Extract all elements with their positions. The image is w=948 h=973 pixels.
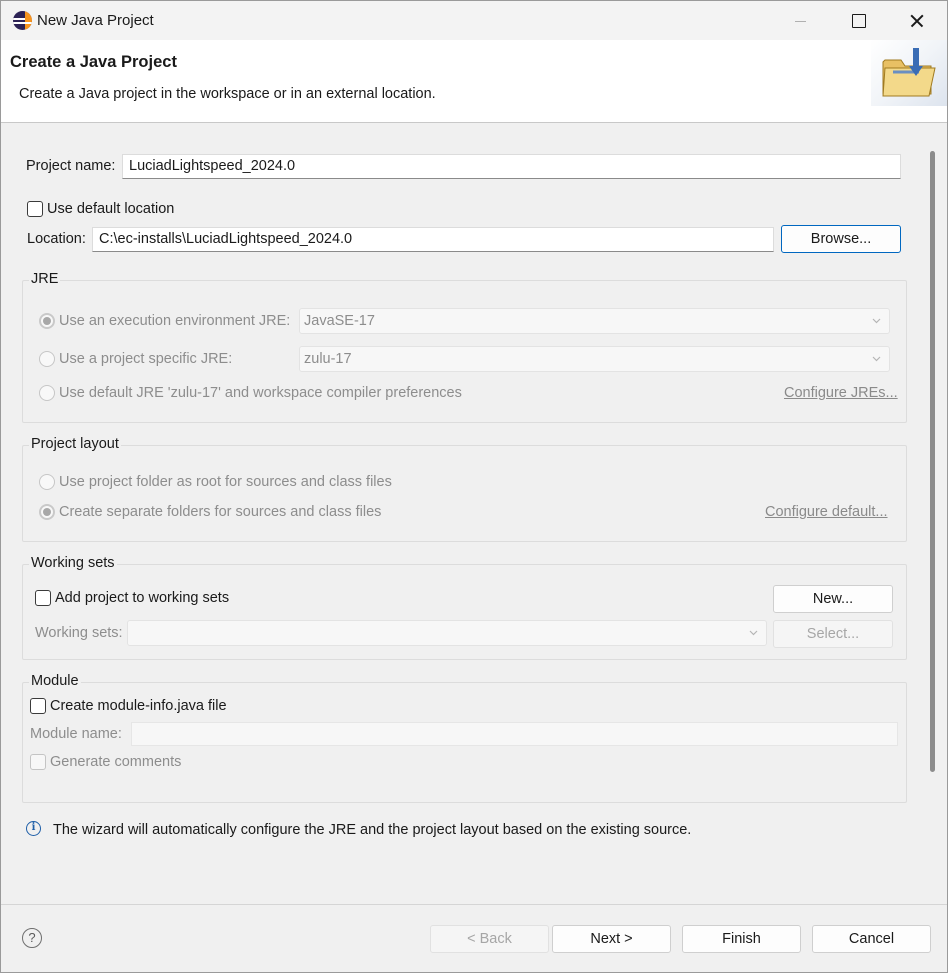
vertical-scrollbar[interactable] [930,151,935,772]
project-layout-group-label: Project layout [29,436,121,452]
create-module-info-checkbox[interactable] [30,698,46,714]
exec-env-radio[interactable] [39,313,55,329]
use-default-location-label: Use default location [47,201,175,217]
wizard-banner: Create a Java Project Create a Java proj… [1,40,947,123]
info-message: The wizard will automatically configure … [53,822,692,838]
jre-group-label: JRE [29,271,61,287]
module-name-field[interactable] [131,722,898,746]
configure-default-link[interactable]: Configure default... [765,504,888,520]
project-layout-group [22,445,907,542]
root-folder-radio[interactable] [39,474,55,490]
configure-jres-link[interactable]: Configure JREs... [784,385,898,401]
next-button[interactable]: Next > [552,925,671,953]
generate-comments-label: Generate comments [50,754,182,770]
close-button[interactable] [887,1,945,40]
working-sets-label: Working sets: [35,625,123,641]
separate-folders-radio[interactable] [39,504,55,520]
generate-comments-checkbox[interactable] [30,754,46,770]
use-default-location-checkbox[interactable] [27,201,43,217]
new-working-set-button[interactable]: New... [773,585,893,613]
info-icon: i [26,821,41,836]
root-folder-label: Use project folder as root for sources a… [59,474,392,490]
add-to-working-sets-label: Add project to working sets [55,590,230,606]
chevron-down-icon [872,356,881,362]
working-sets-group-label: Working sets [29,555,117,571]
default-jre-radio[interactable] [39,385,55,401]
exec-env-label: Use an execution environment JRE: [59,313,291,329]
eclipse-icon [13,11,32,30]
exec-env-value: JavaSE-17 [304,313,375,329]
page-description: Create a Java project in the workspace o… [19,86,436,102]
new-project-folder-icon [871,40,947,106]
default-jre-label: Use default JRE 'zulu-17' and workspace … [59,385,462,401]
footer-divider [1,904,947,905]
window-title: New Java Project [37,12,154,29]
project-name-label: Project name: [26,158,116,174]
minimize-button[interactable] [771,1,829,40]
location-label: Location: [27,231,86,247]
project-name-field[interactable]: LuciadLightspeed_2024.0 [122,154,901,179]
module-name-label: Module name: [30,726,122,742]
cancel-button[interactable]: Cancel [812,925,931,953]
working-sets-combo[interactable] [127,620,767,646]
separate-folders-label: Create separate folders for sources and … [59,504,382,520]
new-java-project-dialog: New Java Project Create a Java Project C… [0,0,948,973]
title-bar: New Java Project [1,1,947,40]
back-button[interactable]: < Back [430,925,549,953]
module-group-label: Module [29,673,81,689]
create-module-info-label: Create module-info.java file [50,698,227,714]
page-title: Create a Java Project [10,53,177,71]
specific-jre-combo[interactable]: zulu-17 [299,346,890,372]
maximize-button[interactable] [829,1,887,40]
exec-env-combo[interactable]: JavaSE-17 [299,308,890,334]
specific-jre-radio[interactable] [39,351,55,367]
chevron-down-icon [749,630,758,636]
chevron-down-icon [872,318,881,324]
help-icon[interactable]: ? [22,928,42,948]
specific-jre-value: zulu-17 [304,351,352,367]
specific-jre-label: Use a project specific JRE: [59,351,233,367]
select-working-sets-button[interactable]: Select... [773,620,893,648]
location-field[interactable]: C:\ec-installs\LuciadLightspeed_2024.0 [92,227,774,252]
finish-button[interactable]: Finish [682,925,801,953]
add-to-working-sets-checkbox[interactable] [35,590,51,606]
browse-button[interactable]: Browse... [781,225,901,253]
